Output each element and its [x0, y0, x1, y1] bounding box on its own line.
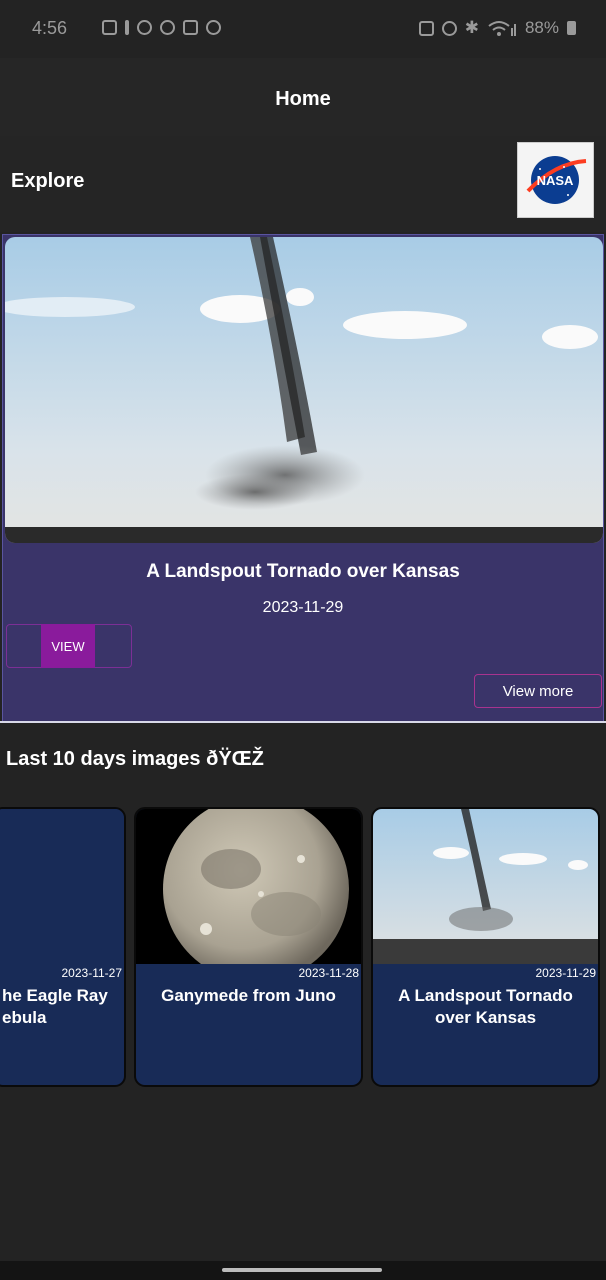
wifi-icon: [488, 21, 516, 36]
recent-image-card[interactable]: 2023-11-28 Ganymede from Juno: [134, 807, 363, 1087]
sim-icon: [418, 20, 434, 36]
nasa-logo-icon: NASA: [526, 156, 587, 204]
recent-image-title-line: he Eagle Ray: [2, 986, 108, 1005]
recent-image-date: 2023-11-27: [61, 966, 123, 980]
featured-card[interactable]: A Landspout Tornado over Kansas 2023-11-…: [2, 234, 604, 722]
nasa-logo[interactable]: NASA: [517, 142, 594, 218]
svg-text:NASA: NASA: [537, 173, 574, 188]
recent-image-date: 2023-11-29: [535, 966, 597, 980]
page-title: Home: [275, 88, 331, 110]
instagram-icon: [206, 20, 221, 35]
recent-images-title: Last 10 days images ðŸŒŽ: [6, 748, 264, 770]
view-button[interactable]: VIEW: [41, 624, 95, 668]
tornado-image: [5, 237, 603, 543]
recent-image-title-line: A Landspout Tornado: [398, 986, 573, 1005]
alarm-icon: [441, 20, 457, 36]
app-icon: [137, 20, 152, 35]
recent-image-card[interactable]: 2023-11-27 he Eagle Ray ebula: [0, 807, 126, 1087]
notification-icon: [125, 20, 129, 35]
explore-title: Explore: [11, 170, 85, 192]
featured-image[interactable]: [5, 237, 603, 543]
status-bar: 4:56 ✱ 88%: [0, 0, 606, 58]
recent-image-title: he Eagle Ray ebula: [2, 985, 124, 1029]
pinwheel-icon: [160, 20, 175, 35]
recent-image-title-line: Ganymede from Juno: [161, 986, 336, 1005]
featured-date: 2023-11-29: [262, 599, 344, 616]
recent-image-title-line: over Kansas: [434, 1008, 537, 1027]
status-system-icons: ✱ 88%: [418, 18, 576, 38]
recent-image-title: Ganymede from Juno: [136, 985, 361, 1007]
recent-image-title: A Landspout Tornado over Kansas: [373, 985, 598, 1029]
recent-image-thumbnail: [0, 809, 124, 964]
recent-image-thumbnail: [373, 809, 598, 964]
battery-text: 88%: [524, 18, 559, 37]
recent-image-date: 2023-11-28: [298, 966, 360, 980]
recent-image-thumbnail: [136, 809, 361, 982]
view-more-button[interactable]: View more: [474, 674, 602, 708]
featured-title: A Landspout Tornado over Kansas: [146, 561, 460, 582]
recent-image-card[interactable]: 2023-11-29 A Landspout Tornado over Kans…: [371, 807, 600, 1087]
app-bar: Home: [0, 58, 606, 136]
tornado-thumbnail: [373, 809, 598, 964]
status-time: 4:56: [32, 18, 68, 38]
home-indicator[interactable]: [222, 1268, 382, 1272]
bluetooth-icon: ✱: [464, 18, 479, 37]
battery-icon: [567, 21, 576, 35]
youtube-icon: [102, 20, 117, 35]
ganymede-image: [136, 809, 361, 982]
recent-image-title-line: ebula: [2, 1008, 47, 1027]
divider: [0, 721, 606, 723]
gallery-icon: [183, 20, 198, 35]
explore-header: Explore NASA: [0, 136, 606, 232]
status-notification-icons: [102, 20, 221, 35]
